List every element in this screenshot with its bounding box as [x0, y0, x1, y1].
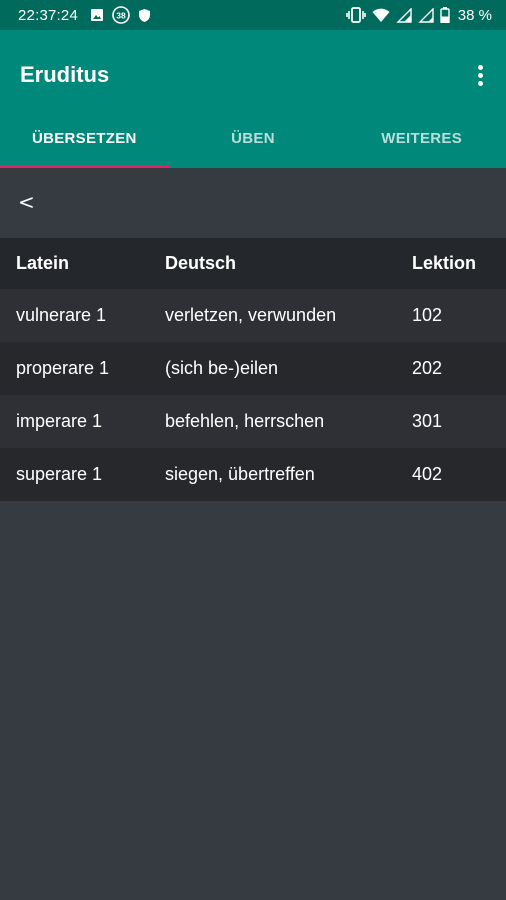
- battery-percent: 38 %: [457, 6, 492, 24]
- cell-lesson: 202: [412, 358, 443, 378]
- status-system-icons: 38 %: [345, 6, 492, 24]
- cell-lesson: 402: [412, 464, 443, 484]
- tab-ueben[interactable]: ÜBEN: [169, 108, 338, 168]
- app-title: Eruditus: [20, 62, 110, 87]
- signal-icon: [418, 7, 434, 23]
- cell-lesson: 102: [412, 305, 443, 325]
- cell-german: siegen, übertreffen: [165, 464, 315, 484]
- shield-icon: [138, 8, 151, 23]
- vibrate-icon: [345, 7, 366, 23]
- image-icon: [90, 8, 104, 22]
- overflow-dot: [477, 80, 483, 86]
- status-bar: 22:37:24 38 38 %: [0, 0, 506, 30]
- cell-latin: vulnerare 1: [16, 305, 107, 325]
- badge-38-icon: 38: [112, 6, 130, 24]
- vocabulary-table: Latein Deutsch Lektion vulnerare 1 verle…: [0, 238, 506, 501]
- overflow-dot: [477, 64, 483, 70]
- cell-latin: properare 1: [16, 358, 110, 378]
- back-button[interactable]: <: [18, 190, 35, 214]
- cell-german: befehlen, herrschen: [165, 411, 325, 431]
- wifi-icon: [372, 8, 390, 23]
- overflow-menu-button[interactable]: [468, 60, 492, 90]
- tab-weiteres[interactable]: WEITERES: [337, 108, 506, 168]
- cell-latin: superare 1: [16, 464, 103, 484]
- battery-icon: [440, 7, 450, 23]
- back-row: <: [0, 168, 506, 238]
- tab-uebersetzen[interactable]: ÜBERSETZEN: [0, 108, 169, 168]
- status-time: 22:37:24: [18, 6, 78, 24]
- table-row[interactable]: imperare 1 befehlen, herrschen 301: [0, 395, 506, 448]
- status-notification-icons: 38: [90, 6, 151, 24]
- header-lesson[interactable]: Lektion: [412, 253, 476, 274]
- cell-german: verletzen, verwunden: [165, 305, 337, 325]
- table-row[interactable]: superare 1 siegen, übertreffen 402: [0, 448, 506, 501]
- cell-german: (sich be-)eilen: [165, 358, 279, 378]
- tab-bar: ÜBERSETZEN ÜBEN WEITERES: [0, 108, 506, 168]
- notification-badge-text: 38: [116, 10, 126, 20]
- app-bar: Eruditus ÜBERSETZEN ÜBEN WEITERES: [0, 30, 506, 168]
- cell-latin: imperare 1: [16, 411, 103, 431]
- header-latin[interactable]: Latein: [16, 253, 69, 274]
- table-row[interactable]: vulnerare 1 verletzen, verwunden 102: [0, 289, 506, 342]
- header-german[interactable]: Deutsch: [165, 253, 236, 274]
- signal-icon: [396, 7, 412, 23]
- table-row[interactable]: properare 1 (sich be-)eilen 202: [0, 342, 506, 395]
- overflow-dot: [477, 72, 483, 78]
- cell-lesson: 301: [412, 411, 443, 431]
- table-header-row: Latein Deutsch Lektion: [0, 238, 506, 289]
